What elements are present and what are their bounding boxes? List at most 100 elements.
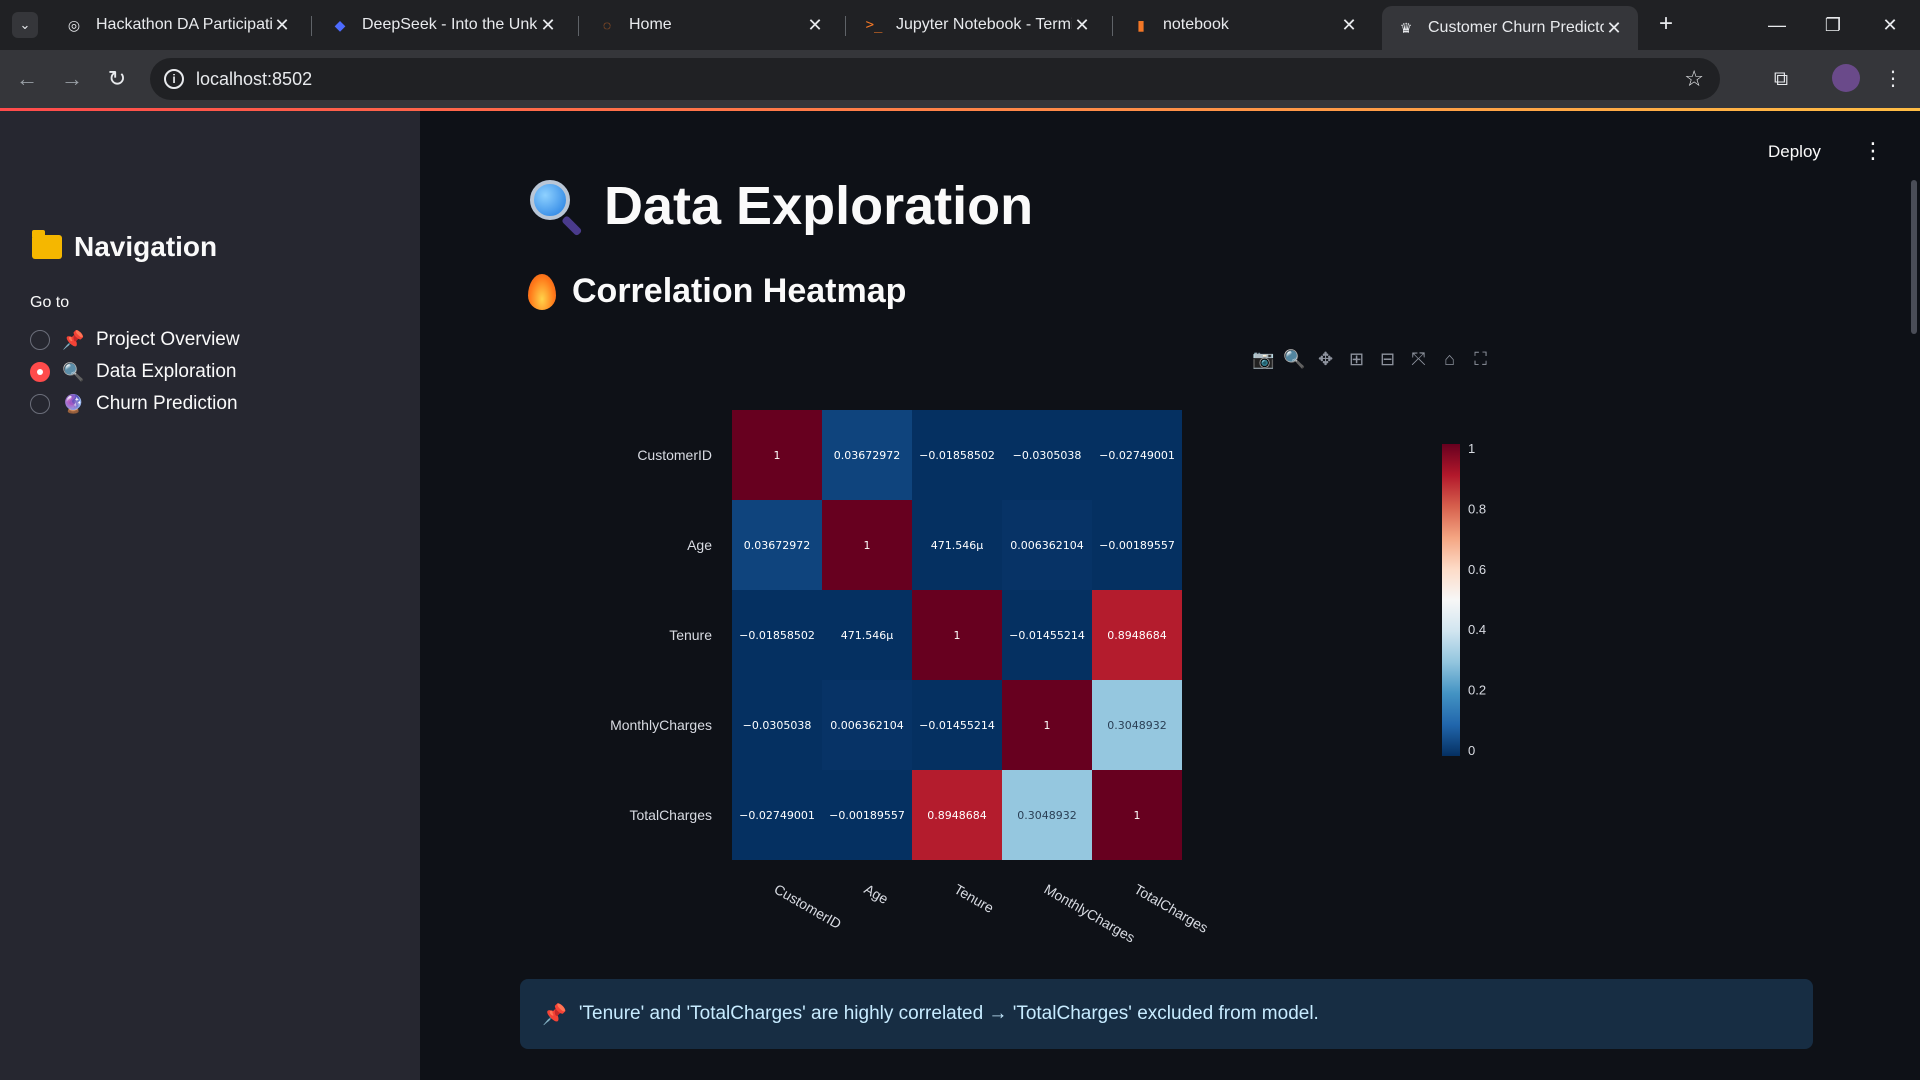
heatmap-cell-label: 0.8948684 <box>1107 629 1167 642</box>
minimize-icon[interactable]: — <box>1757 8 1797 42</box>
app-menu-icon[interactable]: ⋮ <box>1862 140 1884 162</box>
tab-2[interactable]: ◌ Home ✕ <box>583 8 839 42</box>
jupyter-icon: ◌ <box>602 17 612 33</box>
heatmap-cell-label: 0.3048932 <box>1107 719 1167 732</box>
profile-avatar[interactable] <box>1832 64 1860 92</box>
heatmap-cell-label: −0.01858502 <box>739 629 815 642</box>
heatmap-cell-label: −0.00189557 <box>1099 539 1175 552</box>
heatmap-cell-label: 471.546µ <box>931 539 984 552</box>
heatmap-cell-label: −0.02749001 <box>739 809 815 822</box>
tab-1[interactable]: ◆ DeepSeek - Into the Unkno ✕ <box>316 8 572 42</box>
browser-menu-icon[interactable]: ⋮ <box>1878 64 1908 94</box>
colorbar <box>1442 444 1460 756</box>
sidebar-item-churn-prediction[interactable]: 🔮 Churn Prediction <box>30 393 238 415</box>
sidebar-item-label: Project Overview <box>96 329 240 350</box>
radio-button[interactable] <box>30 330 50 350</box>
terminal-icon: >_ <box>865 17 883 33</box>
goto-label: Go to <box>30 294 70 311</box>
heatmap-cell-label: −0.01858502 <box>919 449 995 462</box>
extensions-icon[interactable]: ⧉ <box>1766 64 1796 94</box>
tab-3[interactable]: >_ Jupyter Notebook - Termin ✕ <box>850 8 1106 42</box>
heatmap-cell-label: 0.006362104 <box>830 719 903 732</box>
close-icon[interactable]: ✕ <box>1072 15 1092 36</box>
heatmap-cell-label: 0.006362104 <box>1010 539 1083 552</box>
y-tick-label: CustomerID <box>637 447 712 463</box>
home-icon[interactable]: ⌂ <box>1434 346 1465 372</box>
info-alert: 📌 'Tenure' and 'TotalCharges' are highly… <box>520 979 1813 1049</box>
y-tick-label: Tenure <box>669 627 712 643</box>
section-title: Correlation Heatmap <box>528 272 906 311</box>
tab-separator <box>311 16 312 36</box>
x-tick-label: CustomerID <box>772 881 845 932</box>
sidebar: Navigation Go to 📌 Project Overview 🔍 Da… <box>0 111 420 1080</box>
tab-separator <box>578 16 579 36</box>
radio-button[interactable] <box>30 394 50 414</box>
sidebar-item-project-overview[interactable]: 📌 Project Overview <box>30 329 240 351</box>
sidebar-item-label: Data Exploration <box>96 361 237 382</box>
crystal-ball-icon: 🔮 <box>62 393 85 414</box>
autoscale-icon[interactable]: ⤧ <box>1403 346 1434 372</box>
deploy-button[interactable]: Deploy <box>1768 142 1821 162</box>
heatmap-cell-label: 0.03672972 <box>834 449 900 462</box>
address-bar[interactable]: i localhost:8502 ☆ <box>150 58 1720 100</box>
site-info-icon[interactable]: i <box>164 69 184 89</box>
tab-title: Home <box>629 16 672 33</box>
close-icon[interactable]: ✕ <box>538 15 558 36</box>
tab-title: Customer Churn Predictor <box>1428 19 1604 36</box>
tab-title: Hackathon DA Participatio <box>96 16 272 33</box>
pushpin-icon: 📌 <box>542 1003 567 1026</box>
heatmap-cell-label: 0.3048932 <box>1017 809 1077 822</box>
restore-icon[interactable]: ❐ <box>1813 8 1853 42</box>
close-icon[interactable]: ✕ <box>805 15 825 36</box>
close-icon[interactable]: ✕ <box>272 15 292 36</box>
tab-separator <box>845 16 846 36</box>
browser-tabstrip: ⌄ ◎ Hackathon DA Participatio ✕ ◆ DeepSe… <box>0 0 1920 50</box>
heatmap-cell-label: 0.03672972 <box>744 539 810 552</box>
scrollbar[interactable] <box>1911 180 1917 334</box>
zoom-in-icon[interactable]: ⊞ <box>1341 346 1372 372</box>
reload-icon[interactable]: ↻ <box>102 64 132 94</box>
tab-4[interactable]: ▮ notebook ✕ <box>1117 8 1373 42</box>
x-tick-label: MonthlyCharges <box>1042 881 1138 946</box>
colorbar-tick-label: 0.6 <box>1468 562 1486 577</box>
close-icon[interactable]: ✕ <box>1604 18 1624 39</box>
page-title-text: Data Exploration <box>604 176 1034 236</box>
chart-modebar: 📷 🔍 ✥ ⊞ ⊟ ⤧ ⌂ ⛶ <box>1248 346 1496 372</box>
bookmark-star-icon[interactable]: ☆ <box>1684 66 1704 92</box>
heatmap-cell-label: −0.0305038 <box>743 719 812 732</box>
colorbar-tick-label: 0.4 <box>1468 622 1486 637</box>
sidebar-item-label: Churn Prediction <box>96 393 238 414</box>
notebook-icon: ▮ <box>1137 16 1145 33</box>
sidebar-item-data-exploration[interactable]: 🔍 Data Exploration <box>30 361 236 383</box>
tab-0[interactable]: ◎ Hackathon DA Participatio ✕ <box>50 8 306 42</box>
heatmap-cell-label: 1 <box>954 629 961 642</box>
colorbar-tick-label: 0 <box>1468 743 1475 758</box>
window-close-icon[interactable]: ✕ <box>1870 8 1910 42</box>
y-tick-label: MonthlyCharges <box>610 717 712 733</box>
colorbar-tick-label: 0.2 <box>1468 683 1486 698</box>
close-icon[interactable]: ✕ <box>1339 15 1359 36</box>
heatmap-cell-label: −0.01455214 <box>1009 629 1085 642</box>
tab-5-active[interactable]: ♛ Customer Churn Predictor ✕ <box>1382 6 1638 50</box>
heatmap-cell-label: 1 <box>774 449 781 462</box>
zoom-icon[interactable]: 🔍 <box>1279 346 1310 372</box>
new-tab-button[interactable]: + <box>1651 10 1681 40</box>
zoom-out-icon[interactable]: ⊟ <box>1372 346 1403 372</box>
fire-icon <box>528 273 556 310</box>
x-tick-label: TotalCharges <box>1132 881 1211 936</box>
tab-separator <box>1112 16 1113 36</box>
tab-search-button[interactable]: ⌄ <box>12 12 38 38</box>
pan-icon[interactable]: ✥ <box>1310 346 1341 372</box>
url-text: localhost:8502 <box>196 69 313 89</box>
correlation-heatmap[interactable]: 1 0.03672972 −0.01858502 −0.0305038 −0.02749… <box>590 400 1520 960</box>
colorbar-tick-label: 0.8 <box>1468 501 1486 516</box>
back-icon[interactable]: ← <box>12 64 42 94</box>
radio-button-selected[interactable] <box>30 362 50 382</box>
forward-icon[interactable]: → <box>57 64 87 94</box>
camera-icon[interactable]: 📷 <box>1248 346 1279 372</box>
streamlit-icon: ♛ <box>1399 19 1413 36</box>
y-tick-label: Age <box>687 537 712 553</box>
x-tick-label: Tenure <box>952 881 997 916</box>
heatmap-cell-label: −0.02749001 <box>1099 449 1175 462</box>
fullscreen-icon[interactable]: ⛶ <box>1465 346 1496 372</box>
